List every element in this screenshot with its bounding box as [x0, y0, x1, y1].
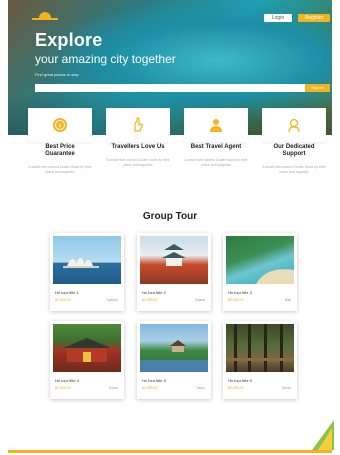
- castle-icon: [162, 244, 186, 266]
- feature-title-line: Travellers Love Us: [111, 144, 165, 150]
- feature-text-support: A small river named Duden flows by their…: [262, 165, 326, 174]
- tour-location: Tokyo: [195, 386, 205, 390]
- tour-price: $2,999.00: [228, 386, 244, 390]
- feature-card-price: $: [28, 108, 92, 142]
- tour-location: Seoul: [282, 386, 291, 390]
- tour-image[interactable]: [53, 324, 121, 372]
- tour-price: $2,999.00: [142, 386, 158, 390]
- tour-card[interactable]: Ho tour title 2 $2,999.00 Osaka: [137, 233, 211, 311]
- tour-card[interactable]: Ho tour title 6 $2,999.00 Seoul: [223, 321, 297, 399]
- feature-title-line: Our Dedicated: [273, 144, 315, 150]
- agent-icon: [210, 119, 222, 132]
- beach-icon: [256, 269, 294, 284]
- feature-title-line: Guarantee: [45, 151, 75, 157]
- opera-house-icon: [63, 258, 99, 268]
- hero-subtitle: your amazing city together: [35, 52, 176, 66]
- tour-card[interactable]: Ho tour title 1 $2,999.00 Sydney: [50, 233, 124, 311]
- tour-card[interactable]: Ho tour title 3 $2,999.00 Bali: [223, 233, 297, 311]
- tour-title[interactable]: Ho tour title 1: [55, 290, 79, 295]
- feature-title-love: Travellers Love Us: [102, 144, 174, 151]
- feature-card-support: [262, 108, 326, 142]
- search-button[interactable]: Search: [305, 84, 330, 92]
- login-button[interactable]: Login: [264, 14, 292, 22]
- feature-title-price: Best Price Guarantee: [24, 144, 96, 158]
- tour-image[interactable]: [53, 236, 121, 284]
- feature-card-love: [106, 108, 170, 142]
- price-tag-icon: $: [53, 118, 67, 132]
- feature-title-support: Our Dedicated Support: [258, 144, 330, 158]
- feature-title-line: Best Price: [45, 144, 75, 150]
- support-icon: [288, 118, 300, 133]
- tour-title[interactable]: Ho tour title 5: [142, 378, 166, 383]
- forest-icon: [226, 324, 294, 372]
- logo-base: [32, 18, 58, 20]
- group-tour-title: Group Tour: [142, 211, 198, 222]
- hero-title: Explore: [35, 30, 103, 50]
- logo[interactable]: [32, 12, 58, 20]
- svg-text:$: $: [58, 123, 61, 129]
- tour-price: $2,999.00: [55, 386, 71, 390]
- register-button[interactable]: Register: [298, 14, 330, 22]
- tour-price: $2,999.00: [228, 298, 244, 302]
- tour-location: Sydney: [106, 298, 118, 302]
- tour-location: Kyoto: [109, 386, 118, 390]
- tour-title[interactable]: Ho tour title 6: [228, 378, 252, 383]
- tour-image[interactable]: [226, 236, 294, 284]
- tour-image[interactable]: [226, 324, 294, 372]
- tour-image[interactable]: [140, 236, 208, 284]
- tour-card[interactable]: Ho tour title 4 $2,999.00 Kyoto: [50, 321, 124, 399]
- tour-location: Osaka: [194, 298, 205, 302]
- search-input[interactable]: [35, 84, 305, 92]
- feature-text-love: A small river named Duden flows by their…: [106, 158, 170, 167]
- tour-price: $2,999.00: [55, 298, 71, 302]
- garden-icon: [140, 340, 208, 372]
- tour-card[interactable]: Ho tour title 5 $2,999.00 Tokyo: [137, 321, 211, 399]
- feature-title-line: Support: [282, 151, 306, 157]
- feature-text-agent: A small river named Duden flows by their…: [184, 158, 248, 167]
- footer-decoration: [318, 428, 332, 450]
- tour-price: $2,999.00: [142, 298, 158, 302]
- tour-title[interactable]: Ho tour title 2: [142, 290, 166, 295]
- footer-bar: [8, 450, 332, 453]
- feature-title-line: Best Travel Agent: [190, 144, 242, 150]
- tour-location: Bali: [285, 298, 291, 302]
- temple-icon: [63, 338, 111, 362]
- tour-image[interactable]: [140, 324, 208, 372]
- feature-card-agent: [184, 108, 248, 142]
- hero-hint: Find great places to stay: [35, 72, 79, 77]
- hand-icon: [134, 117, 143, 132]
- feature-text-price: A small river named Duden flows by their…: [28, 165, 92, 174]
- tour-title[interactable]: Ho tour title 4: [55, 378, 79, 383]
- tour-title[interactable]: Ho tour title 3: [228, 290, 252, 295]
- feature-title-agent: Best Travel Agent: [180, 144, 252, 151]
